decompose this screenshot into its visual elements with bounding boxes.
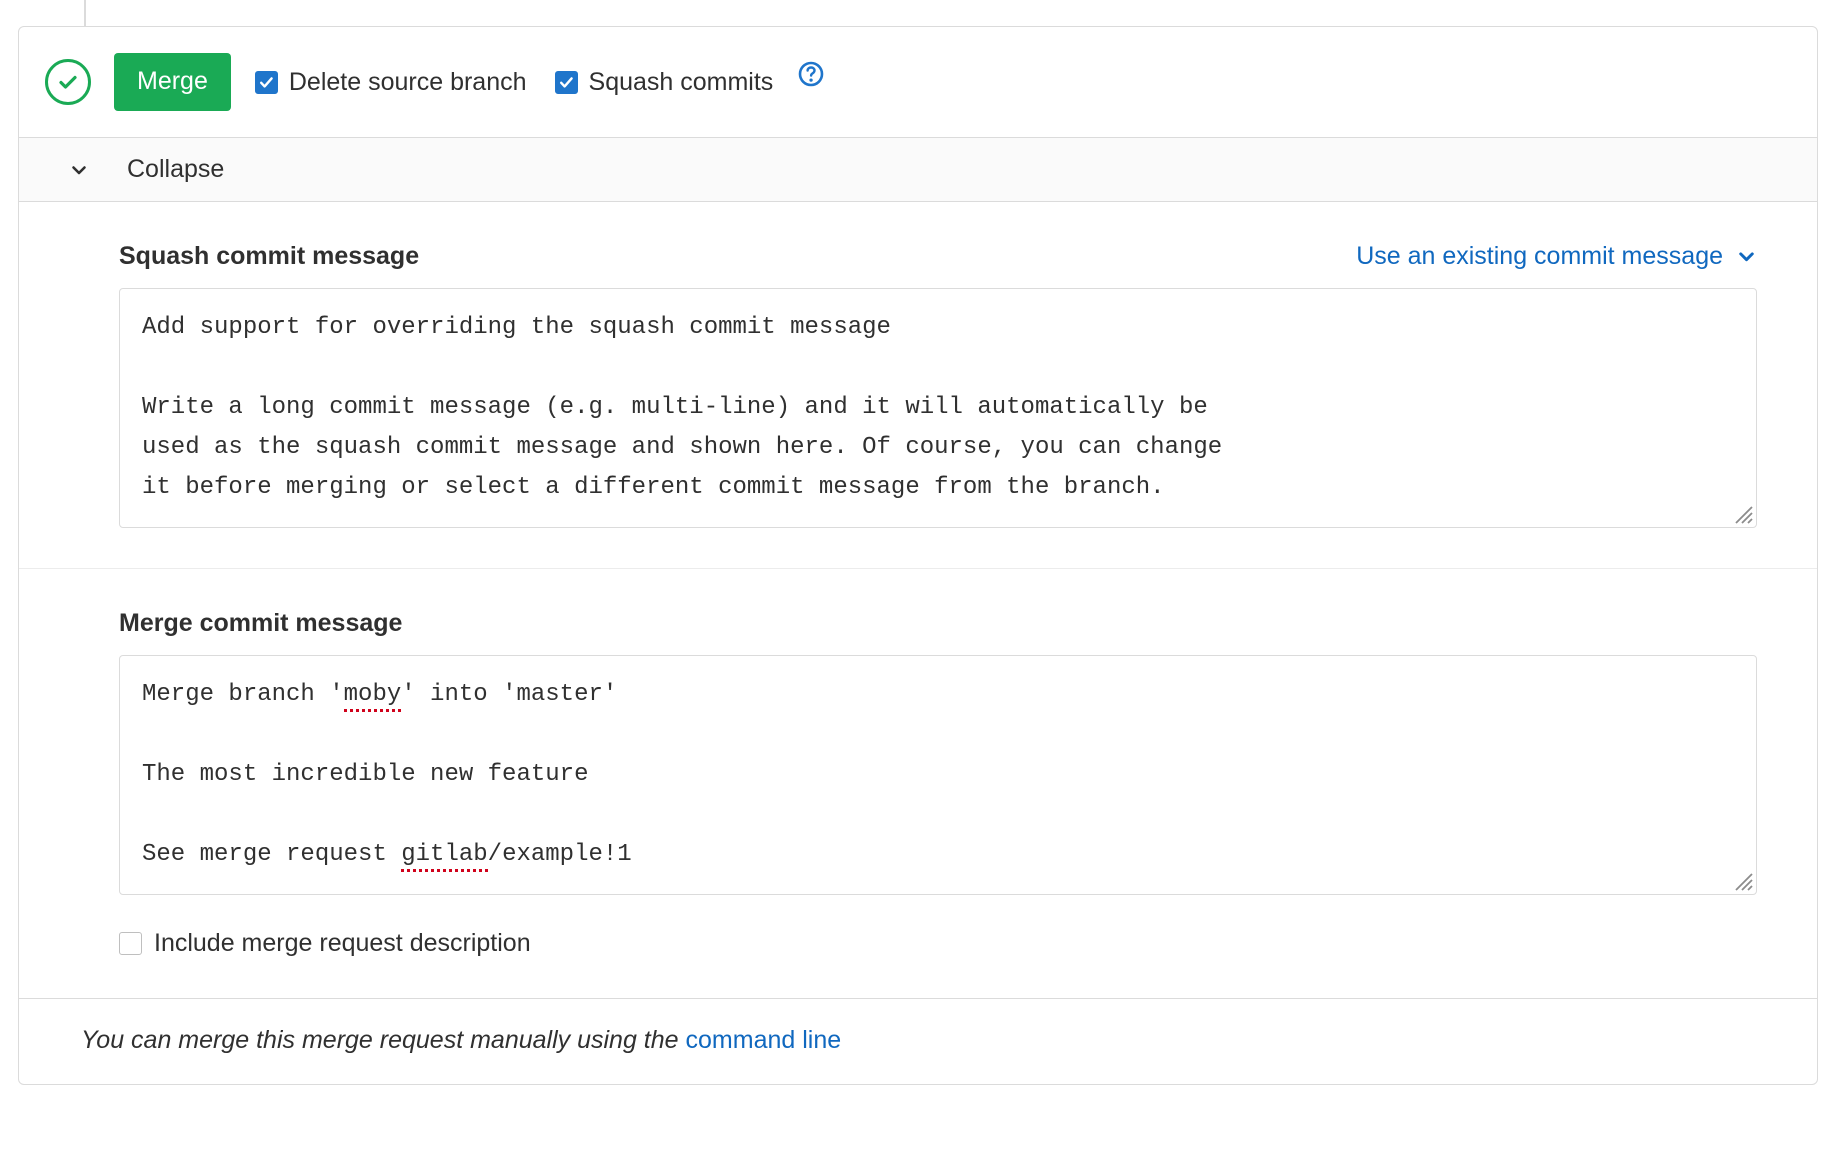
chevron-down-icon bbox=[69, 160, 89, 180]
merge-label-row: Merge commit message bbox=[57, 609, 1779, 638]
use-existing-commit-message-link[interactable]: Use an existing commit message bbox=[1356, 242, 1757, 271]
squash-commits-checkbox-group[interactable]: Squash commits bbox=[554, 61, 825, 97]
top-divider-fragment bbox=[84, 0, 86, 26]
use-existing-commit-message-label: Use an existing commit message bbox=[1356, 242, 1723, 270]
manual-merge-footer: You can merge this merge request manuall… bbox=[19, 998, 1817, 1084]
squash-commit-message-value[interactable]: Add support for overriding the squash co… bbox=[120, 289, 1756, 527]
resize-grip-icon[interactable] bbox=[1731, 869, 1753, 891]
merge-commit-message-value[interactable]: Merge branch 'moby' into 'master' The mo… bbox=[120, 656, 1756, 894]
spellcheck-word: moby bbox=[343, 681, 402, 712]
merge-commit-message-textarea[interactable]: Merge branch 'moby' into 'master' The mo… bbox=[119, 655, 1757, 895]
squash-commit-message-textarea[interactable]: Add support for overriding the squash co… bbox=[119, 288, 1757, 528]
resize-grip-icon[interactable] bbox=[1731, 502, 1753, 524]
merge-commit-message-section: Merge commit message Merge branch 'moby'… bbox=[19, 568, 1817, 998]
merge-request-widget-page: Merge Delete source branch Squash commit… bbox=[0, 0, 1822, 1158]
squash-commit-message-label: Squash commit message bbox=[119, 242, 420, 270]
include-merge-request-description-checkbox[interactable] bbox=[119, 932, 142, 955]
check-circle-icon bbox=[45, 59, 91, 105]
chevron-down-icon bbox=[1736, 246, 1757, 267]
delete-source-branch-checkbox[interactable] bbox=[254, 70, 278, 94]
question-circle-icon[interactable] bbox=[798, 61, 824, 87]
squash-commits-label: Squash commits bbox=[588, 67, 774, 96]
merge-commit-message-label: Merge commit message bbox=[119, 609, 403, 637]
include-merge-request-description-row[interactable]: Include merge request description bbox=[119, 929, 1779, 958]
squash-commit-message-section: Squash commit message Use an existing co… bbox=[19, 202, 1817, 568]
merge-button[interactable]: Merge bbox=[114, 53, 231, 111]
delete-source-branch-checkbox-group[interactable]: Delete source branch bbox=[254, 67, 527, 97]
manual-merge-text: You can merge this merge request manuall… bbox=[81, 1026, 686, 1054]
spellcheck-word: gitlab bbox=[401, 841, 488, 872]
delete-source-branch-label: Delete source branch bbox=[288, 67, 527, 96]
include-merge-request-description-label: Include merge request description bbox=[154, 929, 531, 957]
squash-commits-checkbox[interactable] bbox=[554, 70, 578, 94]
merge-widget-card: Merge Delete source branch Squash commit… bbox=[18, 26, 1818, 1085]
merge-header-row: Merge Delete source branch Squash commit… bbox=[19, 27, 1817, 137]
command-line-link[interactable]: command line bbox=[686, 1026, 842, 1054]
collapse-label: Collapse bbox=[127, 155, 225, 183]
squash-label-row: Squash commit message Use an existing co… bbox=[57, 242, 1779, 271]
collapse-toggle[interactable]: Collapse bbox=[19, 137, 1817, 202]
